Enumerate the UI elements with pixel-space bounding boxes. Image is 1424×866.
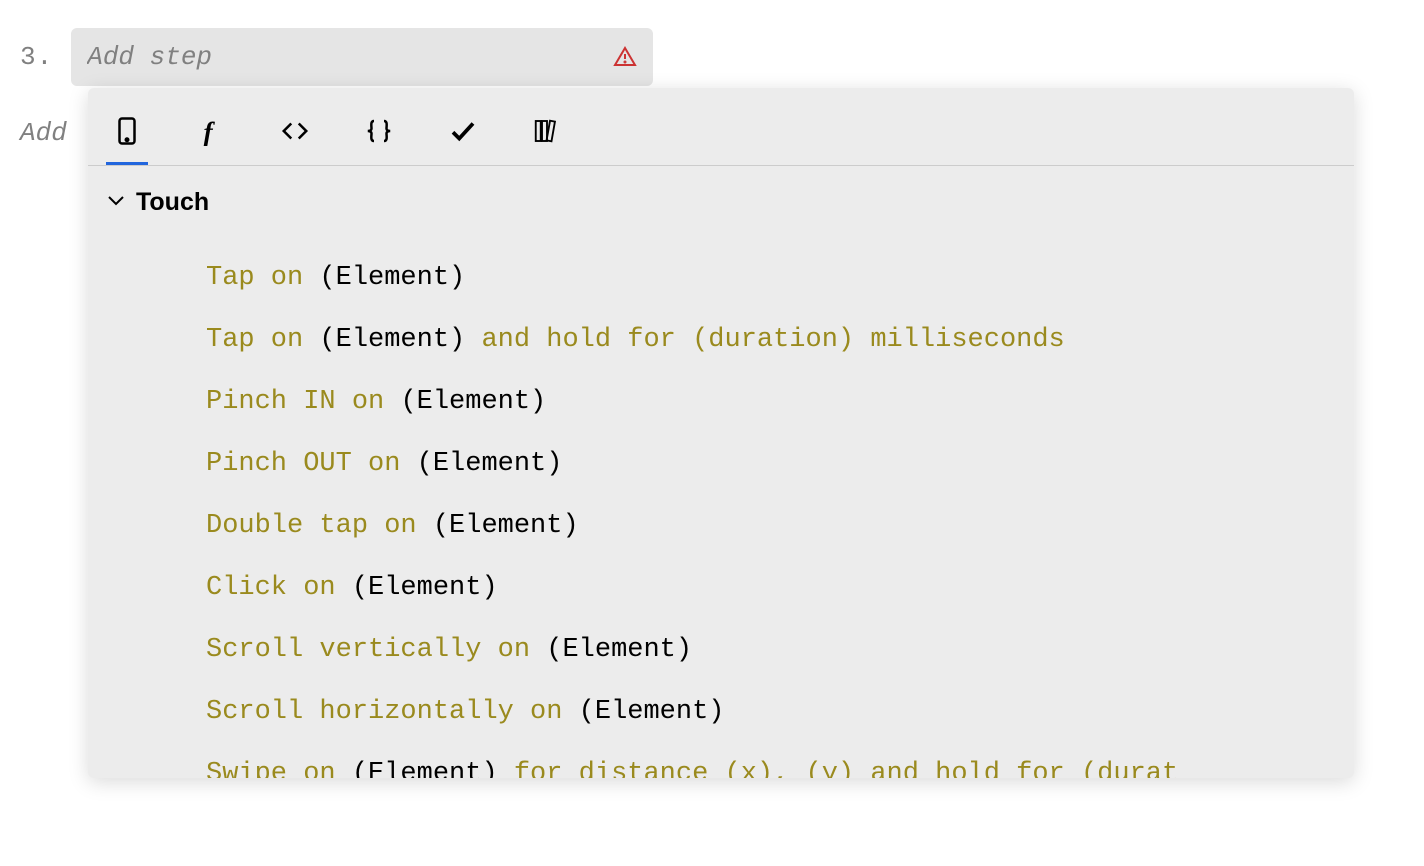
step-number: 3. [20,42,53,72]
svg-text:f: f [204,116,216,146]
snippet-item[interactable]: Double tap on (Element) [206,495,1336,557]
snippet-part: Tap on [206,263,319,293]
snippet-part: (Element) [433,511,579,541]
snippet-part: Pinch OUT on [206,449,417,479]
snippet-part: (Element) [352,759,498,778]
tab-object[interactable] [358,106,400,165]
snippet-part: (durat [1081,759,1178,778]
category-title: Touch [136,188,209,217]
category-header-touch[interactable]: Touch [106,182,1336,223]
snippet-item[interactable]: Click on (Element) [206,557,1336,619]
snippet-part: Scroll horizontally on [206,697,579,727]
step-row: 3. [0,0,1424,86]
snippet-part: (Element) [417,449,563,479]
snippet-item[interactable]: Scroll horizontally on (Element) [206,681,1336,743]
add-label: Add [20,118,67,148]
snippet-item[interactable]: Pinch IN on (Element) [206,371,1336,433]
chevron-down-icon [106,193,126,212]
snippet-part: Pinch IN on [206,387,400,417]
dropdown-content: Touch Tap on (Element)Tap on (Element) a… [88,166,1354,778]
tab-mobile[interactable] [106,106,148,165]
snippet-part: Scroll vertically on [206,635,546,665]
suggestions-dropdown: f [88,88,1354,778]
snippet-part: for distance [498,759,725,778]
snippet-item[interactable]: Scroll vertically on (Element) [206,619,1336,681]
step-input[interactable] [71,28,653,86]
snippet-item[interactable]: Pinch OUT on (Element) [206,433,1336,495]
step-input-wrapper [71,28,653,86]
snippet-part: Swipe on [206,759,352,778]
snippet-part: Double tap on [206,511,433,541]
snippet-part: (Element) [352,573,498,603]
tab-code[interactable] [274,106,316,165]
snippet-part: Click on [206,573,352,603]
snippet-part: , [773,759,805,778]
snippets-list: Tap on (Element)Tap on (Element) and hol… [106,223,1336,778]
snippet-part: (Element) [579,697,725,727]
warning-icon [613,45,637,69]
tabs-bar: f [88,88,1354,166]
tab-library[interactable] [526,106,568,165]
snippet-part: (Element) [319,263,465,293]
snippet-part: and hold for [465,325,692,355]
snippet-item[interactable]: Swipe on (Element) for distance (x), (y)… [206,743,1336,778]
snippet-part: (x) [725,759,774,778]
snippet-part: (Element) [546,635,692,665]
tab-check[interactable] [442,106,484,165]
snippet-part: (y) [806,759,855,778]
snippet-part: (duration) [692,325,854,355]
snippet-part: milliseconds [854,325,1065,355]
snippet-item[interactable]: Tap on (Element) [206,247,1336,309]
snippet-part: Tap on [206,325,319,355]
snippet-item[interactable]: Tap on (Element) and hold for (duration)… [206,309,1336,371]
snippet-part: (Element) [400,387,546,417]
tab-function[interactable]: f [190,106,232,165]
snippet-part: (Element) [319,325,465,355]
snippet-part: and hold for [854,759,1081,778]
